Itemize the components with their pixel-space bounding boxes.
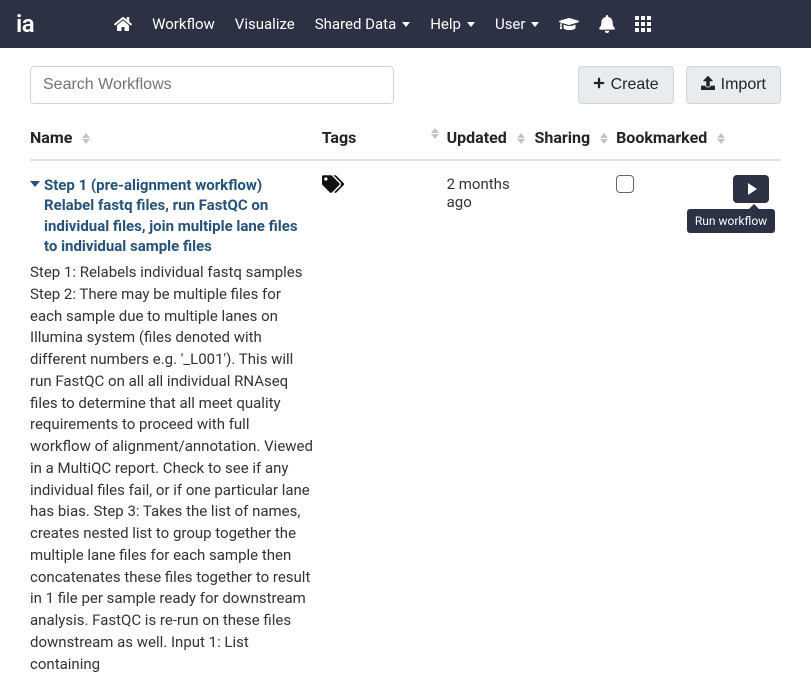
- sort-icon: [717, 133, 725, 144]
- home-icon[interactable]: [114, 16, 132, 32]
- bookmarked-checkbox[interactable]: [616, 175, 634, 193]
- import-button[interactable]: Import: [686, 66, 781, 104]
- toolbar: Create Import: [0, 48, 811, 116]
- plus-icon: [593, 76, 605, 94]
- column-header-actions: [733, 116, 781, 160]
- column-header-sharing-label: Sharing: [535, 128, 591, 147]
- nav-workflow-label: Workflow: [152, 15, 215, 33]
- workflow-title-text: Step 1 (pre-alignment workflow) Relabel …: [44, 175, 314, 256]
- sort-icon: [82, 133, 90, 144]
- create-button-label: Create: [611, 76, 659, 94]
- caret-down-icon: [402, 22, 410, 27]
- sort-icon: [517, 133, 525, 144]
- nav-items: Workflow Visualize Shared Data Help User: [114, 15, 651, 33]
- nav-user-label: User: [495, 15, 526, 33]
- nav-workflow[interactable]: Workflow: [152, 15, 215, 33]
- workflow-table-wrap: Name Tags Updated Sharing Bookmarked: [0, 116, 811, 689]
- nav-shared-data-label: Shared Data: [315, 15, 396, 33]
- run-workflow-button[interactable]: Run workflow: [733, 175, 769, 203]
- import-button-label: Import: [721, 76, 766, 94]
- sort-icon: [600, 133, 608, 144]
- column-header-tags[interactable]: Tags: [322, 116, 447, 160]
- caret-down-icon: [30, 181, 40, 187]
- search-input[interactable]: [30, 66, 394, 104]
- sort-icon: [431, 128, 439, 139]
- run-workflow-tooltip: Run workflow: [687, 209, 775, 233]
- column-header-updated[interactable]: Updated: [447, 116, 535, 160]
- nav-visualize-label: Visualize: [235, 15, 295, 33]
- table-row: Step 1 (pre-alignment workflow) Relabel …: [30, 160, 781, 689]
- workflow-table: Name Tags Updated Sharing Bookmarked: [30, 116, 781, 689]
- column-header-name-label: Name: [30, 128, 72, 147]
- column-header-bookmarked-label: Bookmarked: [616, 128, 707, 147]
- caret-down-icon: [531, 22, 539, 27]
- grid-icon[interactable]: [635, 16, 651, 32]
- bell-icon[interactable]: [599, 15, 615, 33]
- create-button[interactable]: Create: [578, 66, 674, 104]
- workflow-title[interactable]: Step 1 (pre-alignment workflow) Relabel …: [30, 175, 314, 256]
- nav-visualize[interactable]: Visualize: [235, 15, 295, 33]
- play-icon: [748, 183, 757, 195]
- upload-icon: [701, 76, 715, 95]
- nav-user[interactable]: User: [495, 15, 540, 33]
- caret-down-icon: [467, 22, 475, 27]
- nav-shared-data[interactable]: Shared Data: [315, 15, 410, 33]
- nav-help[interactable]: Help: [430, 15, 475, 33]
- column-header-updated-label: Updated: [447, 128, 507, 147]
- tags-icon[interactable]: [322, 175, 439, 193]
- nav-help-label: Help: [430, 15, 461, 33]
- column-header-name[interactable]: Name: [30, 116, 322, 160]
- column-header-bookmarked[interactable]: Bookmarked: [616, 116, 733, 160]
- column-header-sharing[interactable]: Sharing: [535, 116, 617, 160]
- top-navbar: ia Workflow Visualize Shared Data Help U…: [0, 0, 811, 48]
- workflow-description: Step 1: Relabels individual fastq sample…: [30, 262, 314, 675]
- updated-text: 2 months ago: [447, 175, 510, 211]
- graduation-cap-icon[interactable]: [559, 16, 579, 32]
- brand-logo[interactable]: ia: [16, 10, 34, 38]
- column-header-tags-label: Tags: [322, 128, 357, 147]
